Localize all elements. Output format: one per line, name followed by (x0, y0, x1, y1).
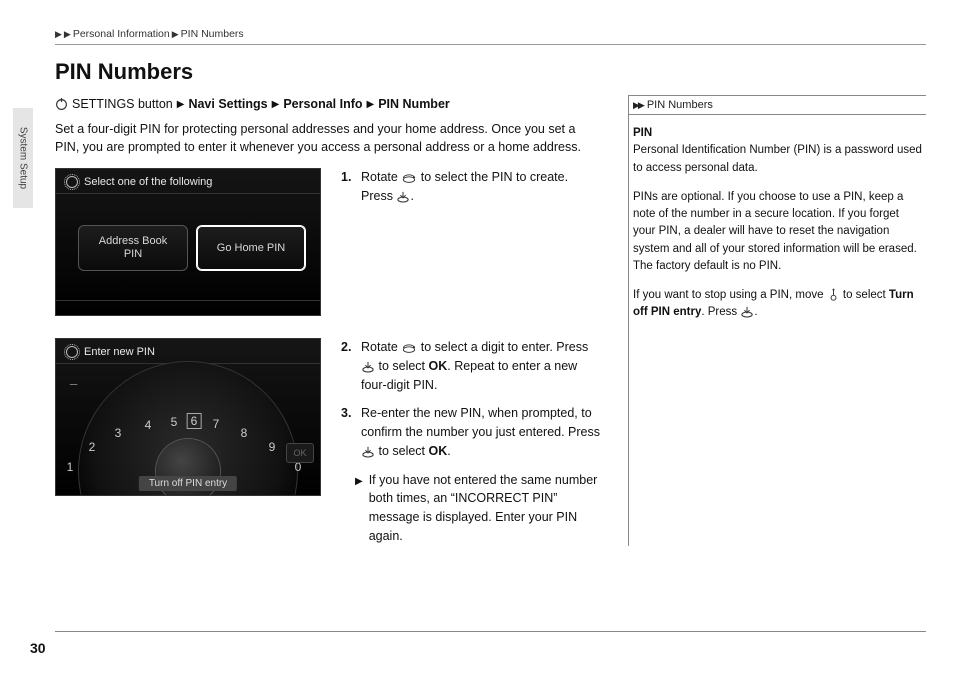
sidebar-pin-def: PIN Personal Identification Number (PIN)… (633, 125, 922, 177)
turn-off-pin-entry: Turn off PIN entry (139, 476, 237, 491)
nav-path: SETTINGS button ▶ Navi Settings ▶ Person… (55, 95, 600, 114)
note-text: If you have not entered the same number … (369, 471, 600, 546)
step-3-note: ▶ If you have not entered the same numbe… (341, 471, 600, 546)
rotate-icon (401, 172, 417, 184)
step-number: 3. (341, 404, 355, 460)
ok-button: OK (286, 443, 314, 463)
chevron-icon: ▶ (172, 30, 179, 39)
step-number: 1. (341, 168, 355, 206)
breadcrumb-a: Personal Information (73, 28, 170, 40)
side-tab-label: System Setup (18, 127, 29, 189)
press-icon (396, 191, 410, 203)
move-icon (827, 288, 840, 301)
digit: 9 (269, 440, 276, 454)
digit: 5 (171, 415, 178, 429)
nav-path-prefix: SETTINGS button (72, 95, 173, 114)
screenshot-select-pin: Select one of the following Address Book… (55, 168, 321, 316)
sidebar-para-2: PINs are optional. If you choose to use … (633, 189, 922, 275)
page-title: PIN Numbers (55, 59, 926, 85)
page-number: 30 (30, 640, 46, 656)
chevron-icon: ▶ (64, 30, 71, 39)
digit-selected: 6 (187, 413, 202, 429)
option-go-home-pin: Go Home PIN (196, 225, 306, 271)
option-address-book-pin: Address Book PIN (78, 225, 188, 271)
digit: 8 (241, 426, 248, 440)
breadcrumb: ▶ ▶ Personal Information ▶ PIN Numbers (55, 28, 926, 40)
chevron-icon: ▶ (367, 97, 375, 112)
gear-icon (66, 176, 78, 188)
nav-path-1: Navi Settings (188, 95, 267, 114)
step-number: 2. (341, 338, 355, 394)
digit: 4 (145, 418, 152, 432)
screenshot1-title: Select one of the following (84, 176, 212, 188)
chevron-icon: ▶ (177, 97, 185, 112)
press-icon (740, 306, 754, 318)
intro-text: Set a four-digit PIN for protecting pers… (55, 120, 600, 156)
press-icon (361, 446, 375, 458)
breadcrumb-b: PIN Numbers (181, 28, 244, 40)
press-icon (361, 361, 375, 373)
step-1-text: Rotate to select the PIN to create. Pres… (361, 168, 600, 206)
settings-icon (55, 98, 68, 111)
digit: 3 (115, 426, 122, 440)
digit: 7 (213, 417, 220, 431)
sidebar-para-3: If you want to stop using a PIN, move to… (633, 287, 922, 322)
screenshot-enter-pin: Enter new PIN _ 1 2 3 4 (55, 338, 321, 496)
nav-path-3: PIN Number (378, 95, 450, 114)
option-label: PIN (99, 248, 167, 261)
chevron-icon: ▶ (355, 474, 363, 546)
chevron-icon: ▶ (272, 97, 280, 112)
chevron-icon: ▶ (55, 30, 62, 39)
rule (55, 631, 926, 632)
sidebar-head-text: PIN Numbers (647, 99, 713, 111)
chevron-double-icon: ▶▶ (633, 100, 643, 111)
side-tab: System Setup (13, 108, 33, 208)
digit: 1 (67, 460, 74, 474)
option-label: Address Book (99, 235, 167, 248)
step-3-text: Re-enter the new PIN, when prompted, to … (361, 404, 600, 460)
nav-path-2: Personal Info (283, 95, 362, 114)
digit: 2 (89, 440, 96, 454)
step-2-text: Rotate to select a digit to enter. Press… (361, 338, 600, 394)
rule (55, 44, 926, 45)
rotate-icon (401, 342, 417, 354)
sidebar-heading: ▶▶ PIN Numbers (629, 96, 926, 115)
